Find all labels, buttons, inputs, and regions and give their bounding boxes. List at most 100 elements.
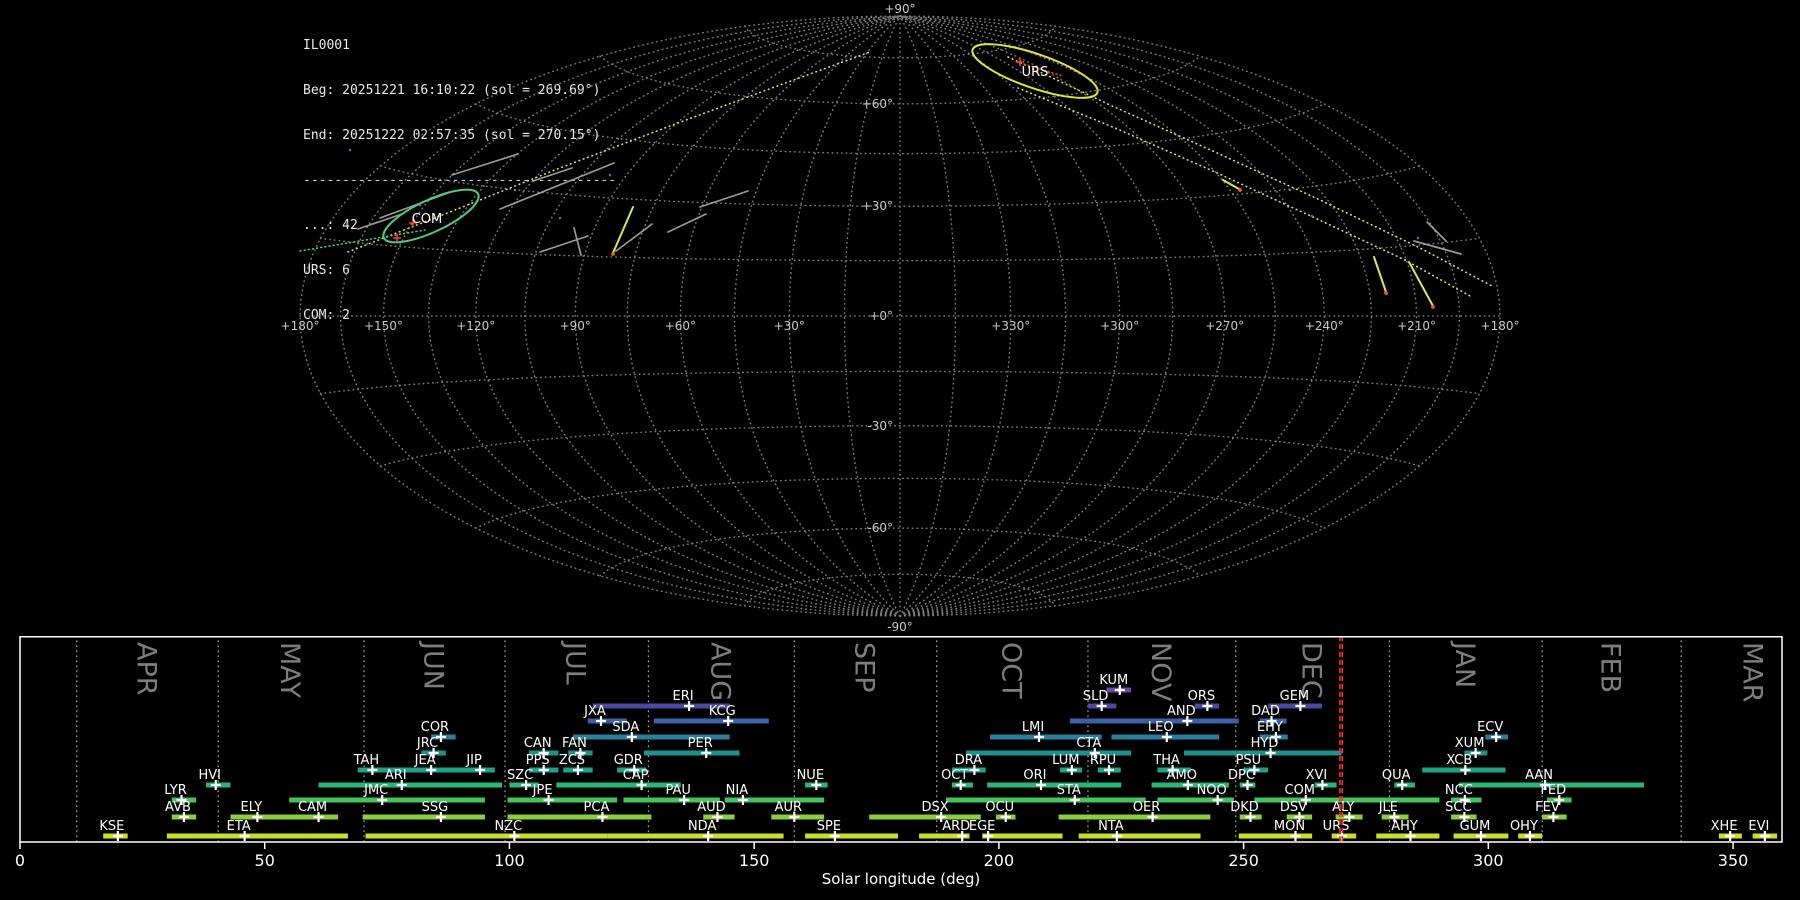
month-label-SEP: SEP xyxy=(849,642,880,692)
shower-label-PCA: PCA xyxy=(584,800,610,815)
shower-label-JPE: JPE xyxy=(532,783,553,798)
x-axis-tick-label: 150 xyxy=(739,851,770,870)
month-label-JUL: JUL xyxy=(560,640,591,685)
shower-label-HVI: HVI xyxy=(199,768,222,783)
grid-meridian xyxy=(427,15,901,617)
shower-label-STA: STA xyxy=(1057,783,1081,798)
meteor-trail-endpoint xyxy=(611,252,615,256)
meteor-trail-sporadic xyxy=(451,153,519,176)
lon-label: +300° xyxy=(1100,319,1139,333)
shower-label-GUM: GUM xyxy=(1460,819,1491,834)
shower-label-SSG: SSG xyxy=(422,800,449,815)
grid-labels: +90° -90° +180° +150° +120° +90° +60° +30° +330°… xyxy=(281,2,1520,634)
faint-detection-dot xyxy=(608,173,612,177)
shower-label-EHY: EHY xyxy=(1257,720,1283,735)
lon-label: +210° xyxy=(1397,319,1436,333)
shower-activity-timeline: APR MAY JUN JUL AUG SEP OCT NOV DEC JAN FEB MARKUME… xyxy=(15,636,1783,888)
faint-detection-dot xyxy=(1310,214,1314,218)
month-label-MAY: MAY xyxy=(274,642,305,699)
month-label-JUN: JUN xyxy=(418,640,449,690)
shower-label-ZCS: ZCS xyxy=(559,753,585,768)
pole-label-north: +90° xyxy=(884,2,915,16)
shower-label-ETA: ETA xyxy=(227,819,251,834)
shower-bar-SPE xyxy=(805,833,899,839)
shower-label-JLE: JLE xyxy=(1378,800,1398,815)
lon-label: +330° xyxy=(991,319,1030,333)
shower-label-LMI: LMI xyxy=(1022,720,1044,735)
shower-label-OCU: OCU xyxy=(985,800,1014,815)
shower-bar-CAM xyxy=(274,814,339,820)
month-label-NOV: NOV xyxy=(1145,642,1176,702)
x-axis: 0 50 100 150 200 250 300 350 Solar longitude (de… xyxy=(15,842,1748,888)
shower-label-XHE: XHE xyxy=(1711,819,1738,834)
grid-meridian xyxy=(899,15,957,617)
lon-label: +150° xyxy=(364,319,403,333)
shower-bar-SSG xyxy=(362,814,485,820)
shower-label-CTA: CTA xyxy=(1076,736,1101,751)
meteor-trail-sporadic xyxy=(1426,221,1447,242)
shower-label-DRA: DRA xyxy=(955,753,983,768)
shower-label-TAH: TAH xyxy=(353,753,380,768)
shower-label-PAU: PAU xyxy=(665,783,690,798)
shower-bar-NTA xyxy=(1078,833,1201,839)
shower-label-JXA: JXA xyxy=(583,704,606,719)
shower-label-NDA: NDA xyxy=(688,819,717,834)
shower-label-URS: URS xyxy=(1323,819,1350,834)
x-axis-tick-label: 300 xyxy=(1473,851,1504,870)
shower-bar-PCA xyxy=(507,814,652,820)
shower-label-PSU: PSU xyxy=(1236,753,1262,768)
shower-bar-ORI xyxy=(987,782,1122,788)
shower-label-ELY: ELY xyxy=(241,800,263,815)
grid-meridian xyxy=(899,15,1277,617)
month-label-AUG: AUG xyxy=(704,642,735,701)
shower-label-LYR: LYR xyxy=(164,783,187,798)
x-axis-title: Solar longitude (deg) xyxy=(822,870,980,888)
meteor-trail-endpoint xyxy=(1238,188,1242,192)
grid-meridian xyxy=(523,15,901,617)
pole-label-south: -90° xyxy=(887,620,913,634)
shower-label-AVB: AVB xyxy=(165,800,191,815)
x-axis-tick-label: 250 xyxy=(1228,851,1259,870)
shower-label-EGE: EGE xyxy=(969,819,996,834)
shower-bar-NZC xyxy=(365,833,608,839)
shower-bar-OER xyxy=(1058,814,1211,820)
month-label-JAN: JAN xyxy=(1449,640,1480,688)
shower-label-ARI: ARI xyxy=(385,768,407,783)
shower-label-COR: COR xyxy=(421,720,449,735)
shower-label-QUA: QUA xyxy=(1382,768,1411,783)
shower-label-ERI: ERI xyxy=(673,689,694,704)
shower-label-XUM: XUM xyxy=(1455,736,1485,751)
shower-label-DKD: DKD xyxy=(1230,800,1259,815)
shower-label-THA: THA xyxy=(1152,753,1180,768)
shower-label-MON: MON xyxy=(1274,819,1305,834)
shower-label-FEV: FEV xyxy=(1535,800,1560,815)
lon-label: +30° xyxy=(774,319,805,333)
shower-bar-NDA xyxy=(607,833,784,839)
meteor-trail-shower xyxy=(1222,179,1240,190)
shower-label-GEM: GEM xyxy=(1280,689,1310,704)
drift-curve xyxy=(1017,87,1471,297)
month-label-MAR: MAR xyxy=(1737,642,1768,703)
shower-label-ALY: ALY xyxy=(1332,800,1354,815)
faint-detection-dot xyxy=(1288,188,1292,192)
shower-bar-CAP xyxy=(556,782,681,788)
shower-label-XVI: XVI xyxy=(1306,768,1328,783)
shower-bar-EGE xyxy=(982,833,1063,839)
shower-label-KCG: KCG xyxy=(709,704,736,719)
shower-label-SPE: SPE xyxy=(817,819,841,834)
meteor-trail-sporadic xyxy=(357,213,403,230)
shower-label-OER: OER xyxy=(1133,800,1160,815)
lat-label: +60° xyxy=(862,97,893,111)
shower-label-AND: AND xyxy=(1167,704,1196,719)
shower-label-OHY: OHY xyxy=(1510,819,1538,834)
faint-detection-dot xyxy=(513,188,517,192)
meteor-trail-sporadic xyxy=(699,190,749,208)
shower-label-EVI: EVI xyxy=(1748,819,1769,834)
lon-label: +90° xyxy=(560,319,591,333)
lat-label: -30° xyxy=(867,419,893,433)
shower-label-NUE: NUE xyxy=(797,768,824,783)
celestial-grid xyxy=(299,15,1501,617)
x-axis-tick-label: 200 xyxy=(984,851,1015,870)
radiant-label-URS: URS xyxy=(1022,65,1049,80)
shower-bar-STA xyxy=(946,797,1146,803)
